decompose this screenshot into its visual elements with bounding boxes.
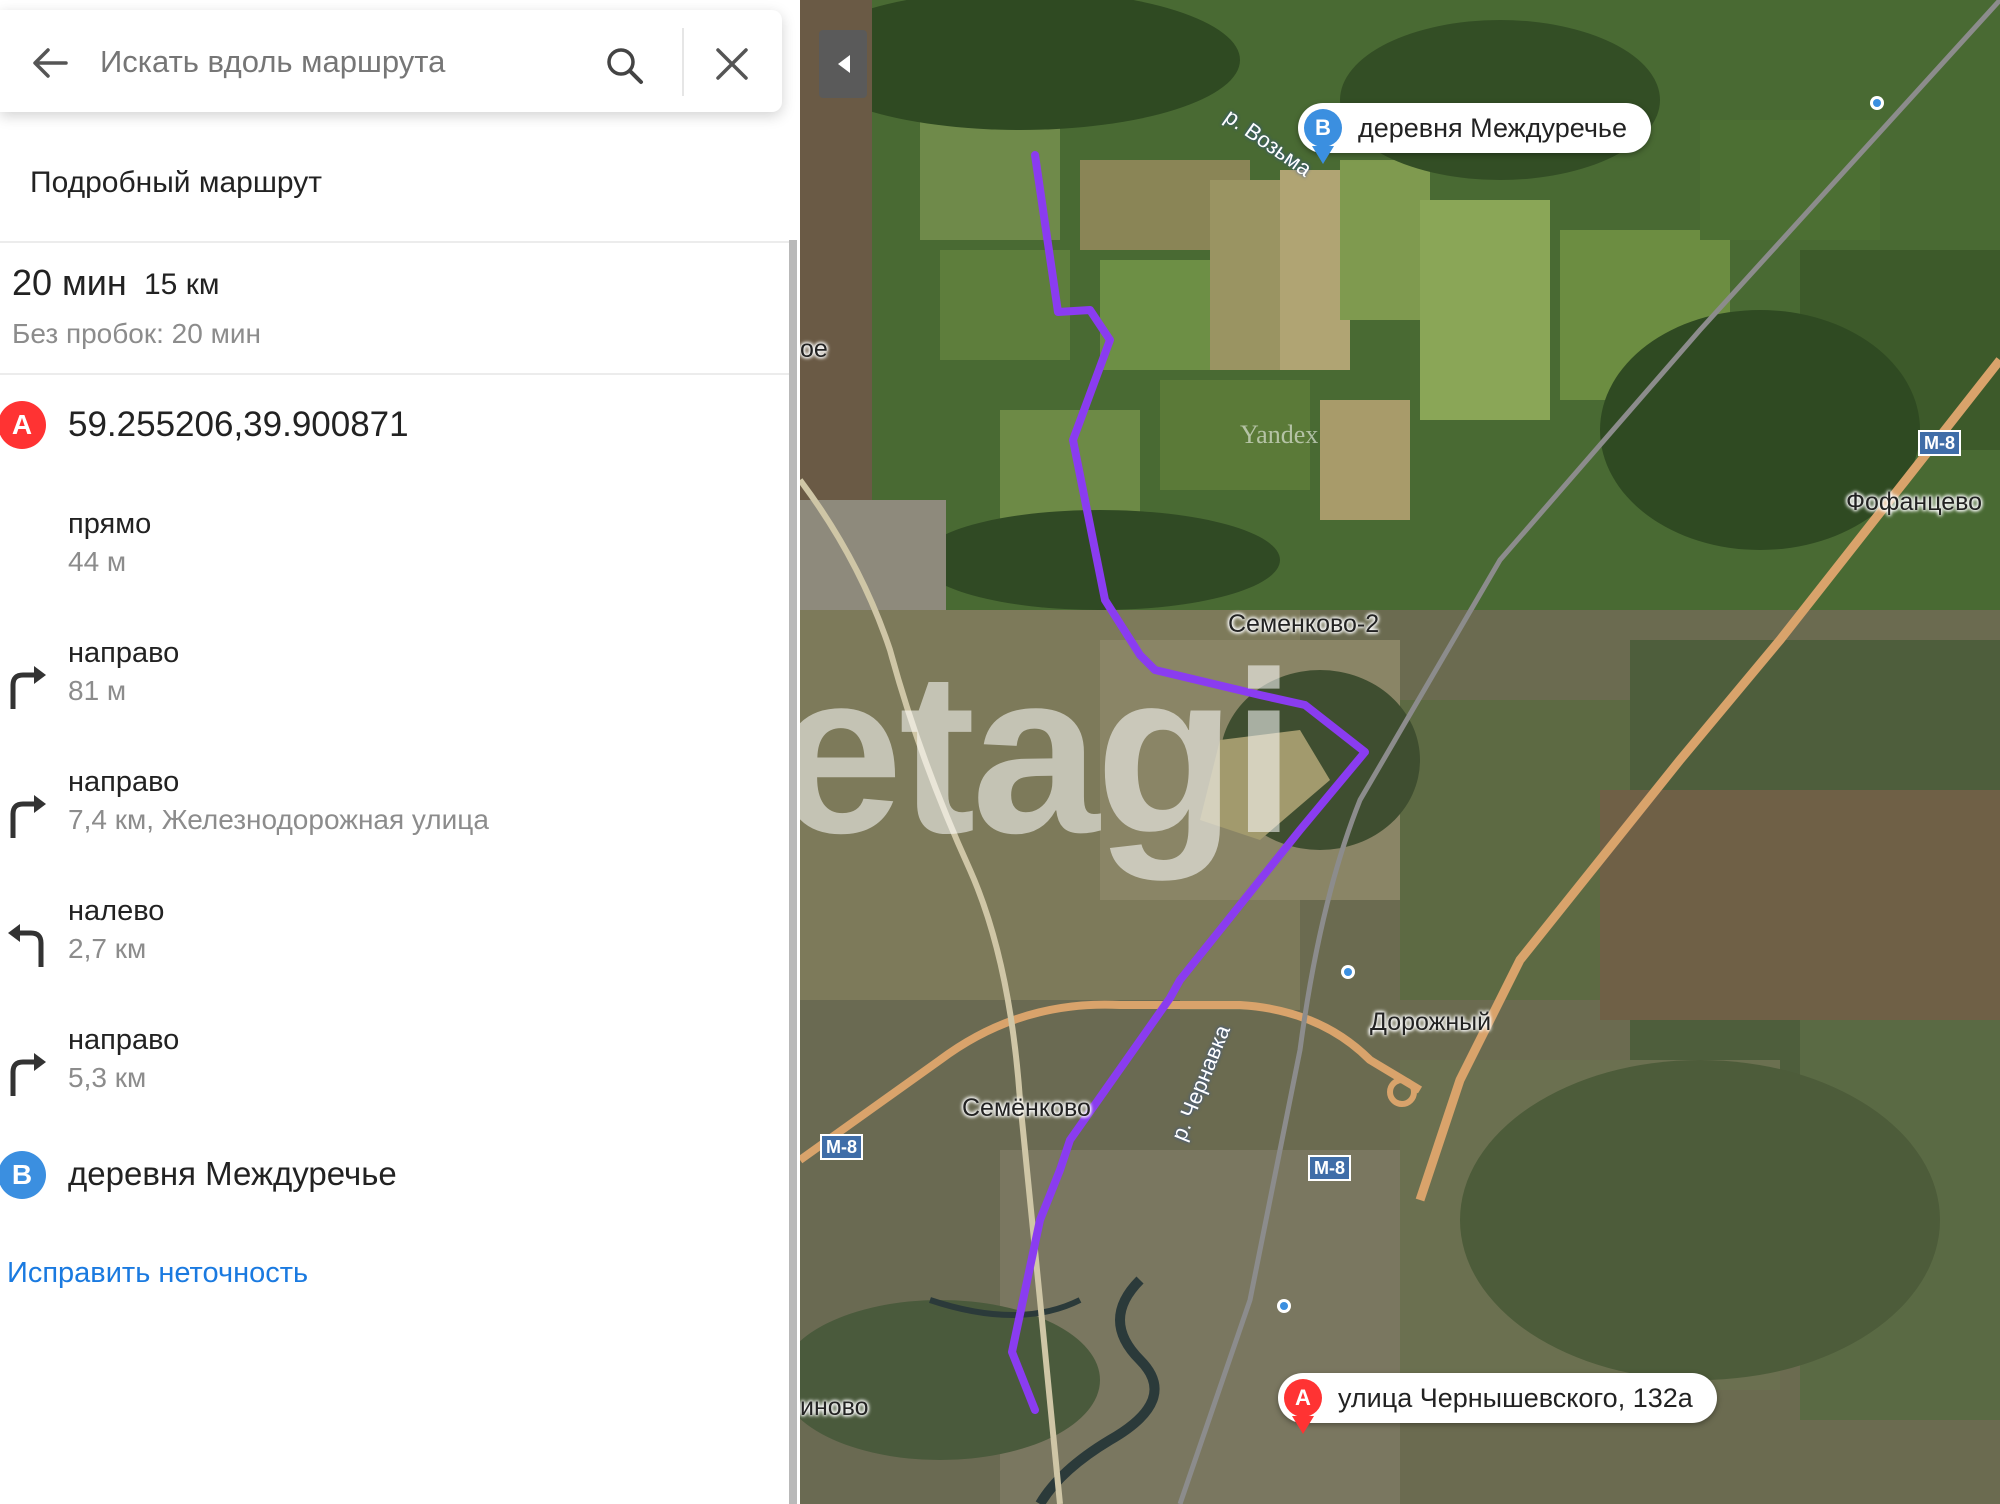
start-point-label[interactable]: 59.255206,39.900871 xyxy=(68,405,409,445)
etagi-watermark: etagi xyxy=(800,624,1296,881)
origin-pin[interactable]: A улица Чернышевского, 132а xyxy=(1278,1373,1717,1423)
route-step[interactable]: налево 2,7 км xyxy=(0,895,780,975)
destination-marker-icon: B xyxy=(1304,109,1342,147)
search-along-route-input[interactable] xyxy=(98,36,572,88)
turn-left-icon xyxy=(8,924,44,967)
step-direction: прямо xyxy=(68,508,152,540)
road-badge-m8: М-8 xyxy=(1918,430,1961,456)
route-duration: 20 мин xyxy=(12,262,127,303)
no-traffic-duration: Без пробок: 20 мин xyxy=(12,318,261,349)
step-direction: налево xyxy=(68,895,165,927)
end-point-label[interactable]: деревня Междуречье xyxy=(68,1155,397,1193)
destination-pin[interactable]: B деревня Междуречье xyxy=(1298,103,1651,153)
step-direction: направо xyxy=(68,766,180,798)
turn-right-icon xyxy=(10,666,46,709)
step-distance: 81 м xyxy=(68,675,127,706)
route-distance: 15 км xyxy=(144,268,220,301)
place-label-dorozhny: Дорожный xyxy=(1370,1008,1492,1036)
close-icon[interactable] xyxy=(710,42,754,86)
turn-right-icon xyxy=(10,1053,46,1096)
place-label-semenkovo2: Семенково-2 xyxy=(1228,610,1380,638)
route-step[interactable]: направо 5,3 км xyxy=(0,1024,780,1104)
step-distance: 44 м xyxy=(68,546,127,577)
step-direction: направо xyxy=(68,1024,180,1056)
divider xyxy=(0,373,790,375)
back-arrow-icon[interactable] xyxy=(26,39,74,87)
route-step[interactable]: направо 7,4 км, Железнодорожная улица xyxy=(0,766,780,846)
route-step[interactable]: прямо 44 м xyxy=(0,508,780,588)
step-distance: 7,4 км, Железнодорожная улица xyxy=(68,804,489,835)
route-panel: Подробный маршрут 20 мин 15 км Без пробо… xyxy=(0,0,800,1504)
place-label-partial-bottom: иново xyxy=(800,1393,869,1421)
end-marker-icon: B xyxy=(0,1151,46,1199)
origin-pin-label: улица Чернышевского, 132а xyxy=(1338,1383,1693,1413)
yandex-tile-mark: Yandex xyxy=(1240,420,1319,449)
step-distance: 2,7 км xyxy=(68,933,147,964)
turn-right-icon xyxy=(10,795,46,838)
origin-pin-tip-icon xyxy=(1292,1416,1314,1434)
place-label-semyonkovo: Семёнково xyxy=(962,1094,1091,1122)
step-distance: 5,3 км xyxy=(68,1062,147,1093)
route-step[interactable]: направо 81 м xyxy=(0,637,780,717)
search-divider xyxy=(682,28,684,96)
place-label-partial-left: ое xyxy=(800,335,828,363)
report-error-link[interactable]: Исправить неточность xyxy=(7,1257,308,1290)
satellite-map[interactable]: Yandex etagi Семенково-2 Фофанцево Дорож… xyxy=(800,0,2000,1504)
collapse-arrow-icon xyxy=(838,55,850,73)
collapse-panel-button[interactable] xyxy=(819,30,867,98)
start-marker-icon: A xyxy=(0,401,46,449)
detailed-route-title: Подробный маршрут xyxy=(30,166,323,199)
panel-scrollbar[interactable] xyxy=(789,240,797,1504)
place-label-fofantsevo: Фофанцево xyxy=(1846,488,1983,516)
destination-pin-tip-icon xyxy=(1312,146,1334,164)
origin-marker-icon: A xyxy=(1284,1379,1322,1417)
divider xyxy=(0,241,790,243)
road-badge-m8: М-8 xyxy=(1308,1155,1351,1181)
search-icon[interactable] xyxy=(603,44,647,88)
destination-pin-label: деревня Междуречье xyxy=(1358,113,1627,143)
route-search-bar xyxy=(0,10,782,112)
road-badge-m8: М-8 xyxy=(820,1134,863,1160)
step-direction: направо xyxy=(68,637,180,669)
